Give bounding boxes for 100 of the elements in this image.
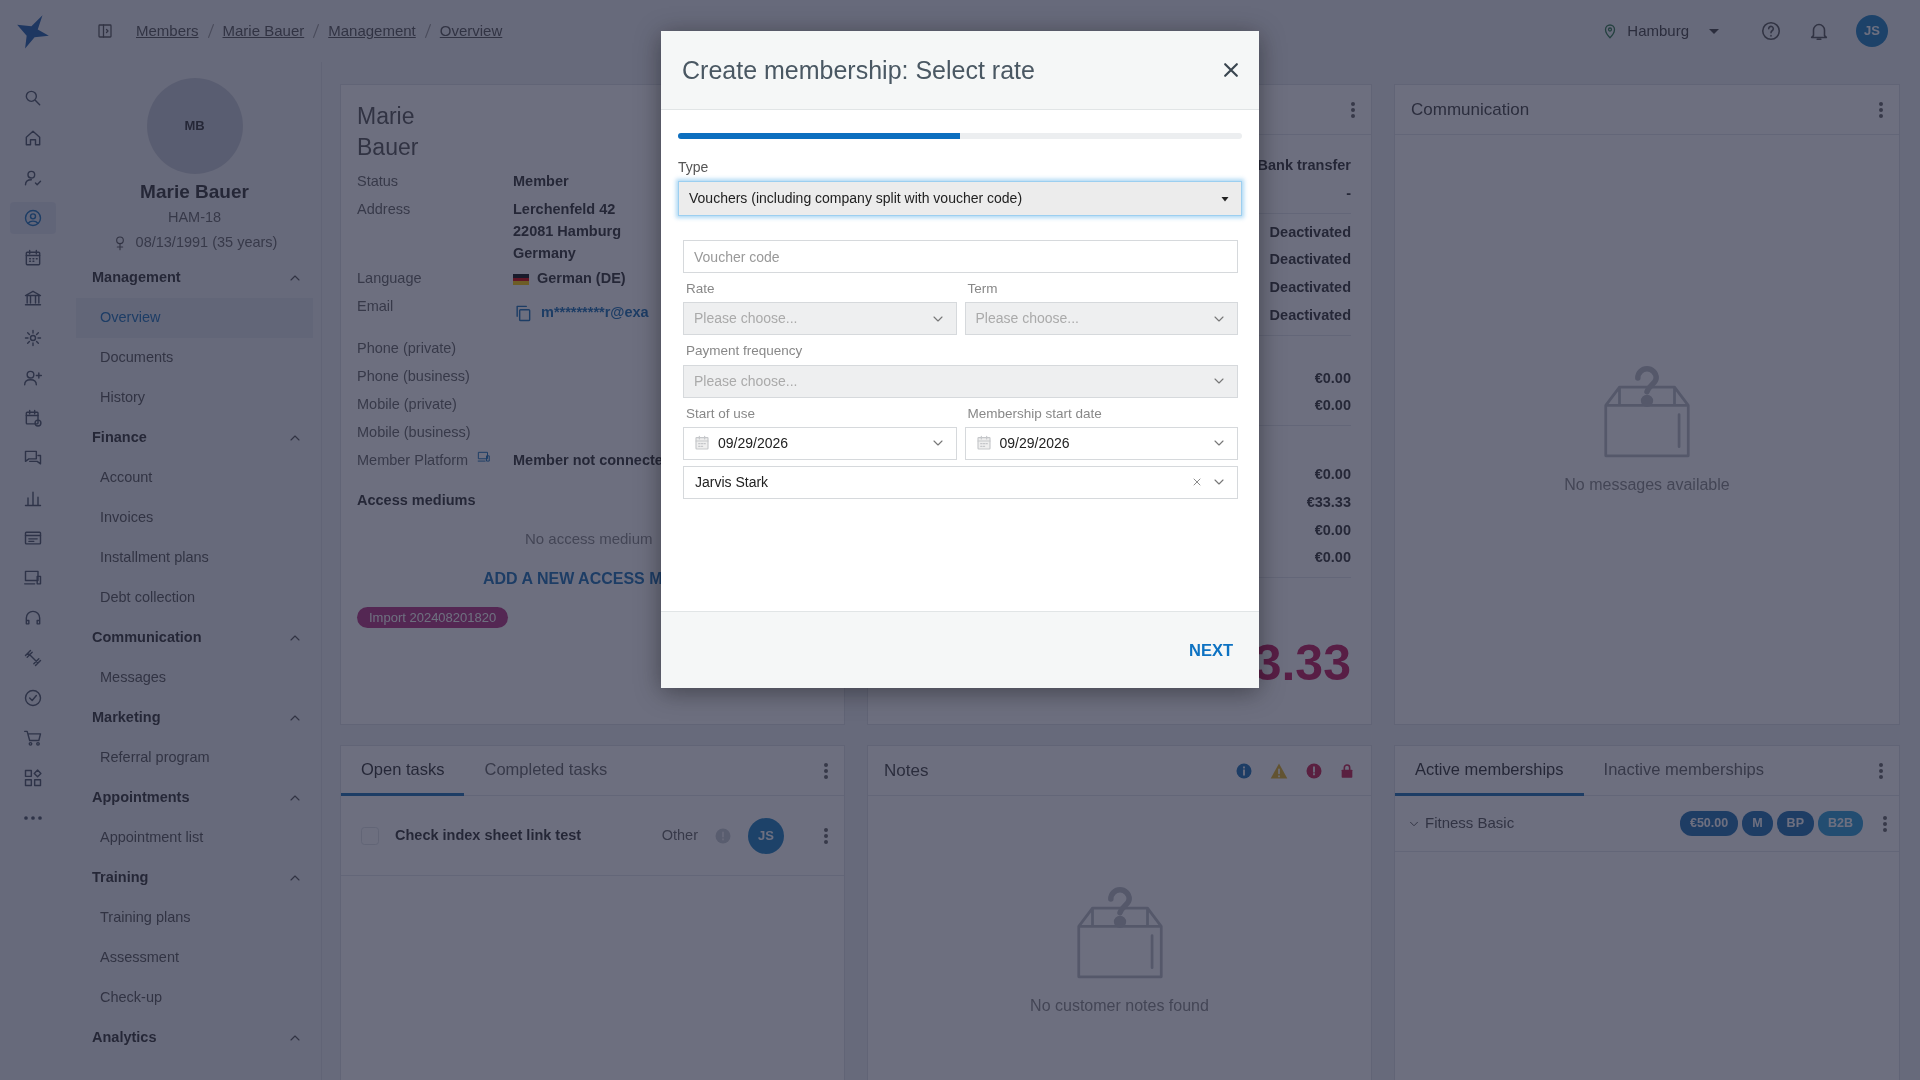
- field-value: Member not connecte: [513, 451, 663, 471]
- membership-tag: M: [1742, 811, 1773, 836]
- membership-link[interactable]: Fitness Basic: [1425, 812, 1515, 835]
- person-add-icon: [23, 368, 43, 388]
- field-value: German (DE): [537, 269, 626, 289]
- breadcrumb-link[interactable]: Members: [136, 19, 199, 43]
- apps-icon: [23, 768, 43, 788]
- nav-item[interactable]: Installment plans: [76, 538, 313, 578]
- nav-item[interactable]: History: [76, 378, 313, 418]
- person-icon: [23, 208, 43, 228]
- nav-item[interactable]: Referral program: [76, 738, 313, 778]
- breadcrumb-link[interactable]: Marie Bauer: [222, 19, 305, 43]
- finance-value: €0.00: [1314, 548, 1351, 568]
- avatar: MB: [146, 78, 243, 174]
- location-select[interactable]: Hamburg: [1600, 18, 1720, 44]
- nav-group-title: Training: [92, 868, 149, 888]
- field-label: Membership start date: [967, 404, 1103, 423]
- breadcrumb-link[interactable]: Management: [328, 19, 416, 43]
- finance-value: €0.00: [1314, 396, 1351, 416]
- rail-button[interactable]: [10, 202, 56, 234]
- nav-item[interactable]: Invoices: [76, 498, 313, 538]
- dumbbell-icon: [23, 648, 43, 668]
- date-field[interactable]: 09/29/2026: [964, 426, 1238, 460]
- member-full-name: Marie Bauer: [357, 102, 420, 163]
- card-title: Communication: [1411, 98, 1530, 121]
- person-select[interactable]: Jarvis Stark: [683, 465, 1238, 499]
- home-icon: [23, 128, 43, 148]
- address-line: Germany: [513, 243, 576, 263]
- next-button[interactable]: NEXT: [1183, 636, 1239, 664]
- membership-tag: B2B: [1818, 811, 1863, 836]
- more-menu-icon[interactable]: [1351, 101, 1355, 118]
- copy-icon[interactable]: [513, 303, 533, 324]
- membership-tag: BP: [1776, 811, 1814, 836]
- nav-group-title: Analytics: [92, 1028, 157, 1048]
- nav-item[interactable]: Training plans: [76, 898, 313, 938]
- address-line: Lerchenfeld 42: [513, 200, 616, 220]
- nav-group-title: Appointments: [92, 788, 190, 808]
- nav-item[interactable]: Debt collection: [76, 578, 313, 618]
- voucher-code-field[interactable]: Voucher code: [683, 240, 1238, 273]
- calendar-refresh-icon: [23, 408, 43, 428]
- finance-value: €0.00: [1314, 465, 1351, 484]
- settings-icon: [23, 328, 43, 348]
- calendar-icon: [694, 435, 710, 452]
- more-menu-icon[interactable]: [1879, 762, 1883, 779]
- headset-icon: [23, 608, 43, 628]
- sidebar-toggle-icon[interactable]: [96, 22, 114, 40]
- help-icon[interactable]: [1760, 20, 1782, 42]
- nav-item[interactable]: Account: [76, 458, 313, 498]
- field-label: Payment frequency: [686, 342, 804, 361]
- search-icon: [23, 88, 43, 108]
- finance-value: Deactivated: [1269, 278, 1351, 297]
- nav-group-title: Marketing: [92, 708, 161, 728]
- info-icon[interactable]: [1235, 761, 1253, 780]
- slash-icon: [424, 24, 431, 38]
- nav-item[interactable]: Assessment: [76, 938, 313, 978]
- bank-icon: [23, 288, 43, 308]
- tab[interactable]: Open tasks: [341, 746, 465, 796]
- finance-value: Deactivated: [1269, 222, 1351, 242]
- field-label: Rate: [686, 280, 716, 298]
- nav-item[interactable]: Documents: [76, 338, 313, 378]
- user-avatar[interactable]: JS: [1856, 15, 1888, 47]
- calendar-icon: [975, 435, 992, 452]
- nav-item[interactable]: Appointment list: [76, 818, 313, 858]
- slash-icon: [313, 24, 320, 38]
- date-field[interactable]: 09/29/2026: [683, 426, 957, 460]
- flag-icon: [513, 273, 529, 285]
- slash-icon: [207, 24, 214, 38]
- finance-value: Deactivated: [1269, 305, 1351, 325]
- nav-group-title: Management: [92, 268, 181, 288]
- person-check-icon: [23, 168, 43, 188]
- member-name: Marie Bauer: [140, 180, 249, 204]
- address-line: 22081 Hamburg: [513, 221, 621, 241]
- membership-tag: €50.00: [1679, 811, 1739, 836]
- lock-icon[interactable]: [1339, 761, 1355, 780]
- nav-group-title: Communication: [92, 628, 202, 648]
- nav-item[interactable]: Check-up: [76, 978, 313, 1018]
- field-label: Type: [678, 158, 710, 177]
- more-menu-icon[interactable]: [824, 762, 828, 779]
- more-menu-icon[interactable]: [1883, 815, 1887, 832]
- alert-icon[interactable]: [1305, 761, 1323, 780]
- section-title: Access mediums: [357, 491, 476, 511]
- email-link[interactable]: m*********r@exa: [541, 302, 649, 325]
- more-menu-icon[interactable]: [1879, 101, 1883, 118]
- chat-icon: [23, 448, 43, 468]
- tab[interactable]: Active memberships: [1395, 746, 1584, 796]
- document-icon: [23, 528, 43, 548]
- nav-group-title: Finance: [92, 428, 147, 448]
- nav-item[interactable]: Messages: [76, 658, 313, 698]
- nav-item[interactable]: Overview: [76, 298, 313, 338]
- type-select[interactable]: Vouchers (including company split with voucher code): [678, 181, 1242, 216]
- task-title: Check index sheet link test: [395, 825, 582, 845]
- more-menu-icon[interactable]: [824, 827, 828, 844]
- field-label: Term: [967, 280, 999, 298]
- import-tag: Import 202408201820: [357, 606, 509, 628]
- devices-icon: [476, 450, 493, 465]
- cart-icon: [23, 728, 43, 748]
- close-icon[interactable]: [1221, 60, 1241, 80]
- field-label: Start of use: [686, 404, 757, 423]
- breadcrumb-link[interactable]: Overview: [439, 19, 503, 43]
- assignee-avatar: JS: [748, 817, 784, 854]
